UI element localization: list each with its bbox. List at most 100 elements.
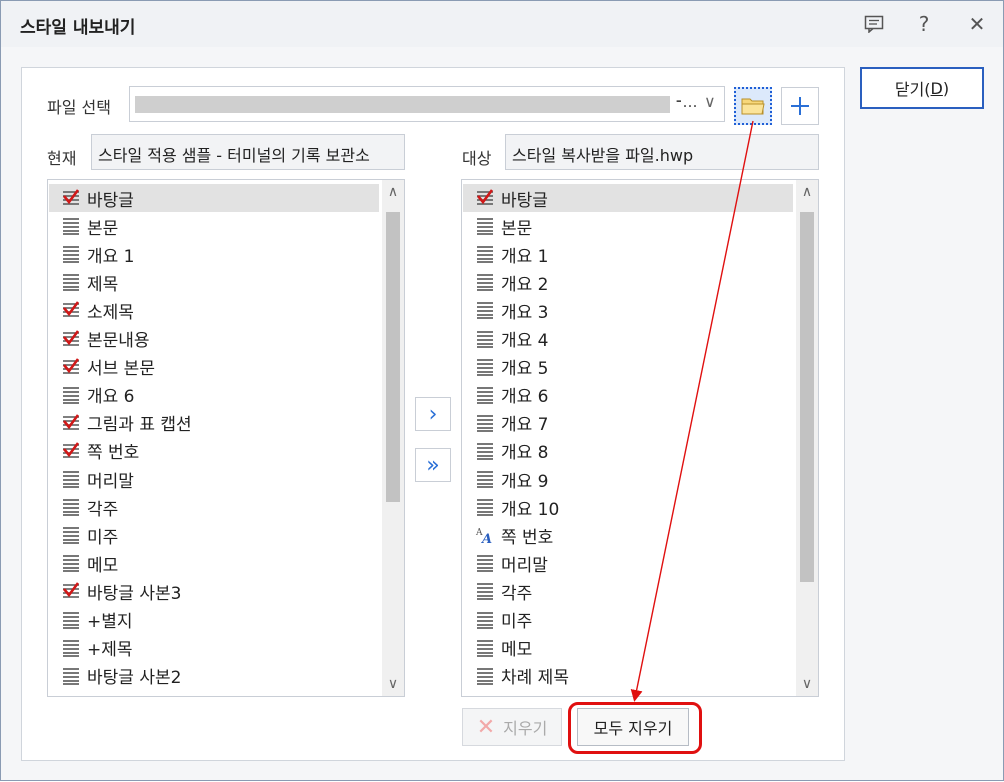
style-name: 개요 6 [87,387,135,408]
style-list-item[interactable]: 개요 2 [463,268,793,296]
style-list-item[interactable]: +별지 [49,606,379,634]
style-list-item[interactable]: 바탕글 [463,184,793,212]
folder-icon [741,98,765,115]
style-list-item[interactable]: 개요 4 [463,325,793,353]
style-list-item[interactable]: 메모 [463,634,793,662]
style-name: 쪽 번호 [501,527,554,548]
plus-icon [791,97,809,115]
right-list-scrollbar[interactable]: ∧ ∨ [796,180,818,696]
scroll-down-button[interactable]: ∨ [796,672,818,696]
close-window-button[interactable]: ✕ [962,9,992,39]
style-name: +별지 [87,612,133,632]
style-list-item[interactable]: 제목 [49,268,379,296]
style-list-item[interactable]: 개요 5 [463,353,793,381]
style-list-item[interactable]: 서브 본문 [49,353,379,381]
style-list-item[interactable]: 차례 제목 [463,662,793,690]
style-list-item[interactable]: 각주 [49,493,379,521]
paragraph-style-icon [475,498,495,516]
style-name: 각주 [501,583,533,604]
style-list-item[interactable]: 각주 [463,577,793,605]
close-button-label: 닫기( [894,80,931,99]
current-style-list[interactable]: 바탕글 사본2 +제목 +별지 바탕글 사본3 메모 미주 각주 머리말 쪽 번호 그림과 표 캡… [47,179,405,697]
style-list-item[interactable]: 미주 [49,521,379,549]
delete-button[interactable]: ✕ 지우기 [462,708,562,746]
style-list-item[interactable]: AA 쪽 번호 [463,521,793,549]
new-file-button[interactable] [781,87,819,125]
style-list-item[interactable]: 개요 1 [463,240,793,268]
copy-all-button[interactable]: » [415,448,451,482]
style-list-item[interactable]: 개요 3 [463,296,793,324]
scroll-down-button[interactable]: ∨ [382,672,404,696]
file-path-redacted [135,96,670,113]
style-checked-icon [61,582,81,600]
style-list-item[interactable]: 본문 [49,212,379,240]
paragraph-style-icon [475,442,495,460]
style-list-item[interactable]: 본문내용 [49,325,379,353]
open-folder-button[interactable] [734,87,772,125]
style-list-item[interactable]: 개요 7 [463,409,793,437]
style-checked-icon [61,329,81,348]
paragraph-style-icon [475,414,495,432]
export-styles-dialog: 스타일 내보내기 ? ✕ 닫기(D) 파일 선택 ⁃… ∨ 현재 스타일 적용 … [0,0,1004,781]
paragraph-style-icon [475,470,495,488]
style-name: 바탕글 [501,190,548,211]
copy-selected-button[interactable]: › [415,397,451,431]
scroll-up-button[interactable]: ∧ [796,180,818,204]
file-select-label: 파일 선택 [47,98,111,117]
style-list-item[interactable]: 개요 1 [49,240,379,268]
paragraph-style-icon [475,273,495,292]
style-list-item[interactable]: 개요 9 [463,465,793,493]
scroll-thumb[interactable] [386,212,400,502]
style-list-item[interactable]: 소제목 [49,296,379,324]
style-list-item[interactable]: 바탕글 사본3 [49,577,379,605]
style-list-item[interactable]: +제목 [49,634,379,662]
style-list-item[interactable]: 개요 6 [463,381,793,409]
style-list-item[interactable]: 개요 8 [463,437,793,465]
style-list-item[interactable]: 본문 [463,212,793,240]
style-list-item[interactable]: 머리말 [463,549,793,577]
paragraph-style-icon [61,554,81,573]
dialog-title: 스타일 내보내기 [20,18,136,38]
paragraph-style-icon [475,611,495,629]
close-button-label-suffix: ) [942,78,950,98]
style-list-item[interactable]: 바탕글 사본2 [49,662,379,690]
style-name: 바탕글 사본3 [87,583,182,604]
scroll-thumb[interactable] [800,212,814,582]
style-name: 바탕글 [87,190,134,211]
style-name: 각주 [87,499,119,520]
file-select-combobox[interactable]: ⁃… ∨ [129,86,725,122]
paragraph-style-icon [475,301,495,320]
paragraph-style-icon [475,217,495,235]
style-name: 그림과 표 캡션 [87,415,192,436]
style-list-item[interactable]: 머리말 [49,465,379,493]
style-list-item[interactable]: 개요 6 [49,381,379,409]
paragraph-style-icon [61,639,81,657]
style-name: 제목 [87,274,119,295]
paragraph-style-icon [475,386,495,404]
left-list-scrollbar[interactable]: ∧ ∨ [382,180,404,696]
style-name: 본문 [87,218,119,239]
style-name: 개요 1 [87,246,135,267]
style-name: 서브 본문 [87,359,155,380]
style-list-item[interactable]: 쪽 번호 [49,437,379,465]
style-name: 소제목 [87,302,134,323]
chevron-down-icon[interactable]: ∨ [704,92,716,111]
paragraph-style-icon [475,639,495,657]
style-name: +제목 [87,640,133,661]
target-style-list[interactable]: 차례 제목 메모 미주 각주 머리말 A A 쪽 번호 개요 10 개요 9 개요 8 개요 7 개요 … [461,179,819,697]
style-name: 개요 6 [501,387,549,408]
close-icon: ✕ [476,714,496,740]
style-list-item[interactable]: 바탕글 [49,184,379,212]
paragraph-style-icon [475,554,495,573]
paragraph-style-icon [475,245,495,263]
style-list-item[interactable]: 개요 10 [463,493,793,521]
paragraph-style-icon [61,470,81,488]
help-button[interactable]: ? [909,9,939,39]
style-list-item[interactable]: 그림과 표 캡션 [49,409,379,437]
feedback-icon[interactable] [859,9,889,39]
style-list-item[interactable]: 미주 [463,606,793,634]
style-list-item[interactable]: 메모 [49,549,379,577]
style-name: 메모 [87,555,119,576]
close-dialog-button[interactable]: 닫기(D) [860,67,984,109]
scroll-up-button[interactable]: ∧ [382,180,404,204]
